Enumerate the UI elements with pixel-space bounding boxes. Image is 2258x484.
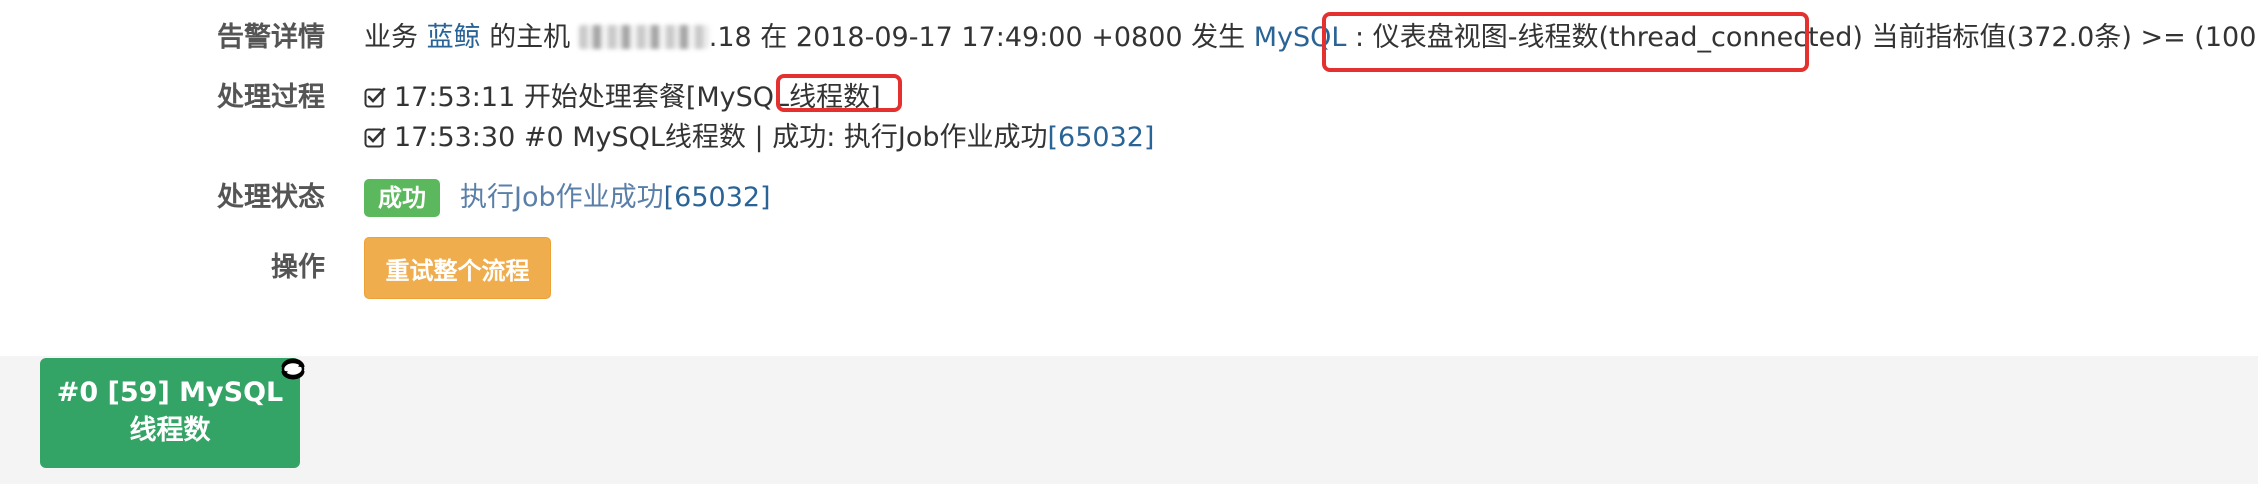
blurred-ip-address [578,25,709,49]
process-step-1-text: 17:53:11 开始处理套餐[MySQL线程数] [394,82,881,113]
check-square-icon [364,127,386,148]
process-step-2-text: 17:53:30 #0 MySQL线程数 | 成功: 执行Job作业成功 [394,122,1048,153]
status-label: 处理状态 [217,182,325,213]
status-text-link[interactable]: 执行Job作业成功 [460,182,664,213]
flow-node[interactable]: #0 [59] MySQL线程数 [40,358,300,468]
colon-separator: : [1346,22,1373,53]
business-link[interactable]: 蓝鲸 [427,22,481,53]
alert-detail-label: 告警详情 [217,22,325,53]
host-text: 的主机 [489,22,571,53]
process-step-2: 17:53:30 #0 MySQL线程数 | 成功: 执行Job作业成功[650… [364,118,1154,158]
ip-suffix-time: .18 在 2018-09-17 17:49:00 +0800 发生 [708,22,1246,53]
retry-flow-button[interactable]: 重试整个流程 [364,237,551,299]
process-step-1: 17:53:11 开始处理套餐[MySQL线程数] [364,78,881,118]
alert-detail-value: 业务 蓝鲸 的主机 .18 在 2018-09-17 17:49:00 +080… [364,18,2258,58]
refresh-icon[interactable] [280,358,306,380]
status-badge: 成功 [364,179,440,217]
action-label: 操作 [271,252,325,283]
check-square-icon [364,87,386,108]
metric-name: 仪表盘视图-线程数(thread_connected) [1372,22,1863,53]
flow-canvas [0,356,2258,484]
status-job-link[interactable]: [65032] [664,182,771,213]
source-link[interactable]: MySQL [1254,22,1347,53]
current-value: 当前指标值(372.0条) >= (100.0条) [1871,22,2258,53]
status-value: 成功 执行Job作业成功[65032] [364,178,771,218]
process-label: 处理过程 [217,82,325,113]
job-link[interactable]: [65032] [1048,122,1155,153]
alert-prefix: 业务 [364,22,418,53]
